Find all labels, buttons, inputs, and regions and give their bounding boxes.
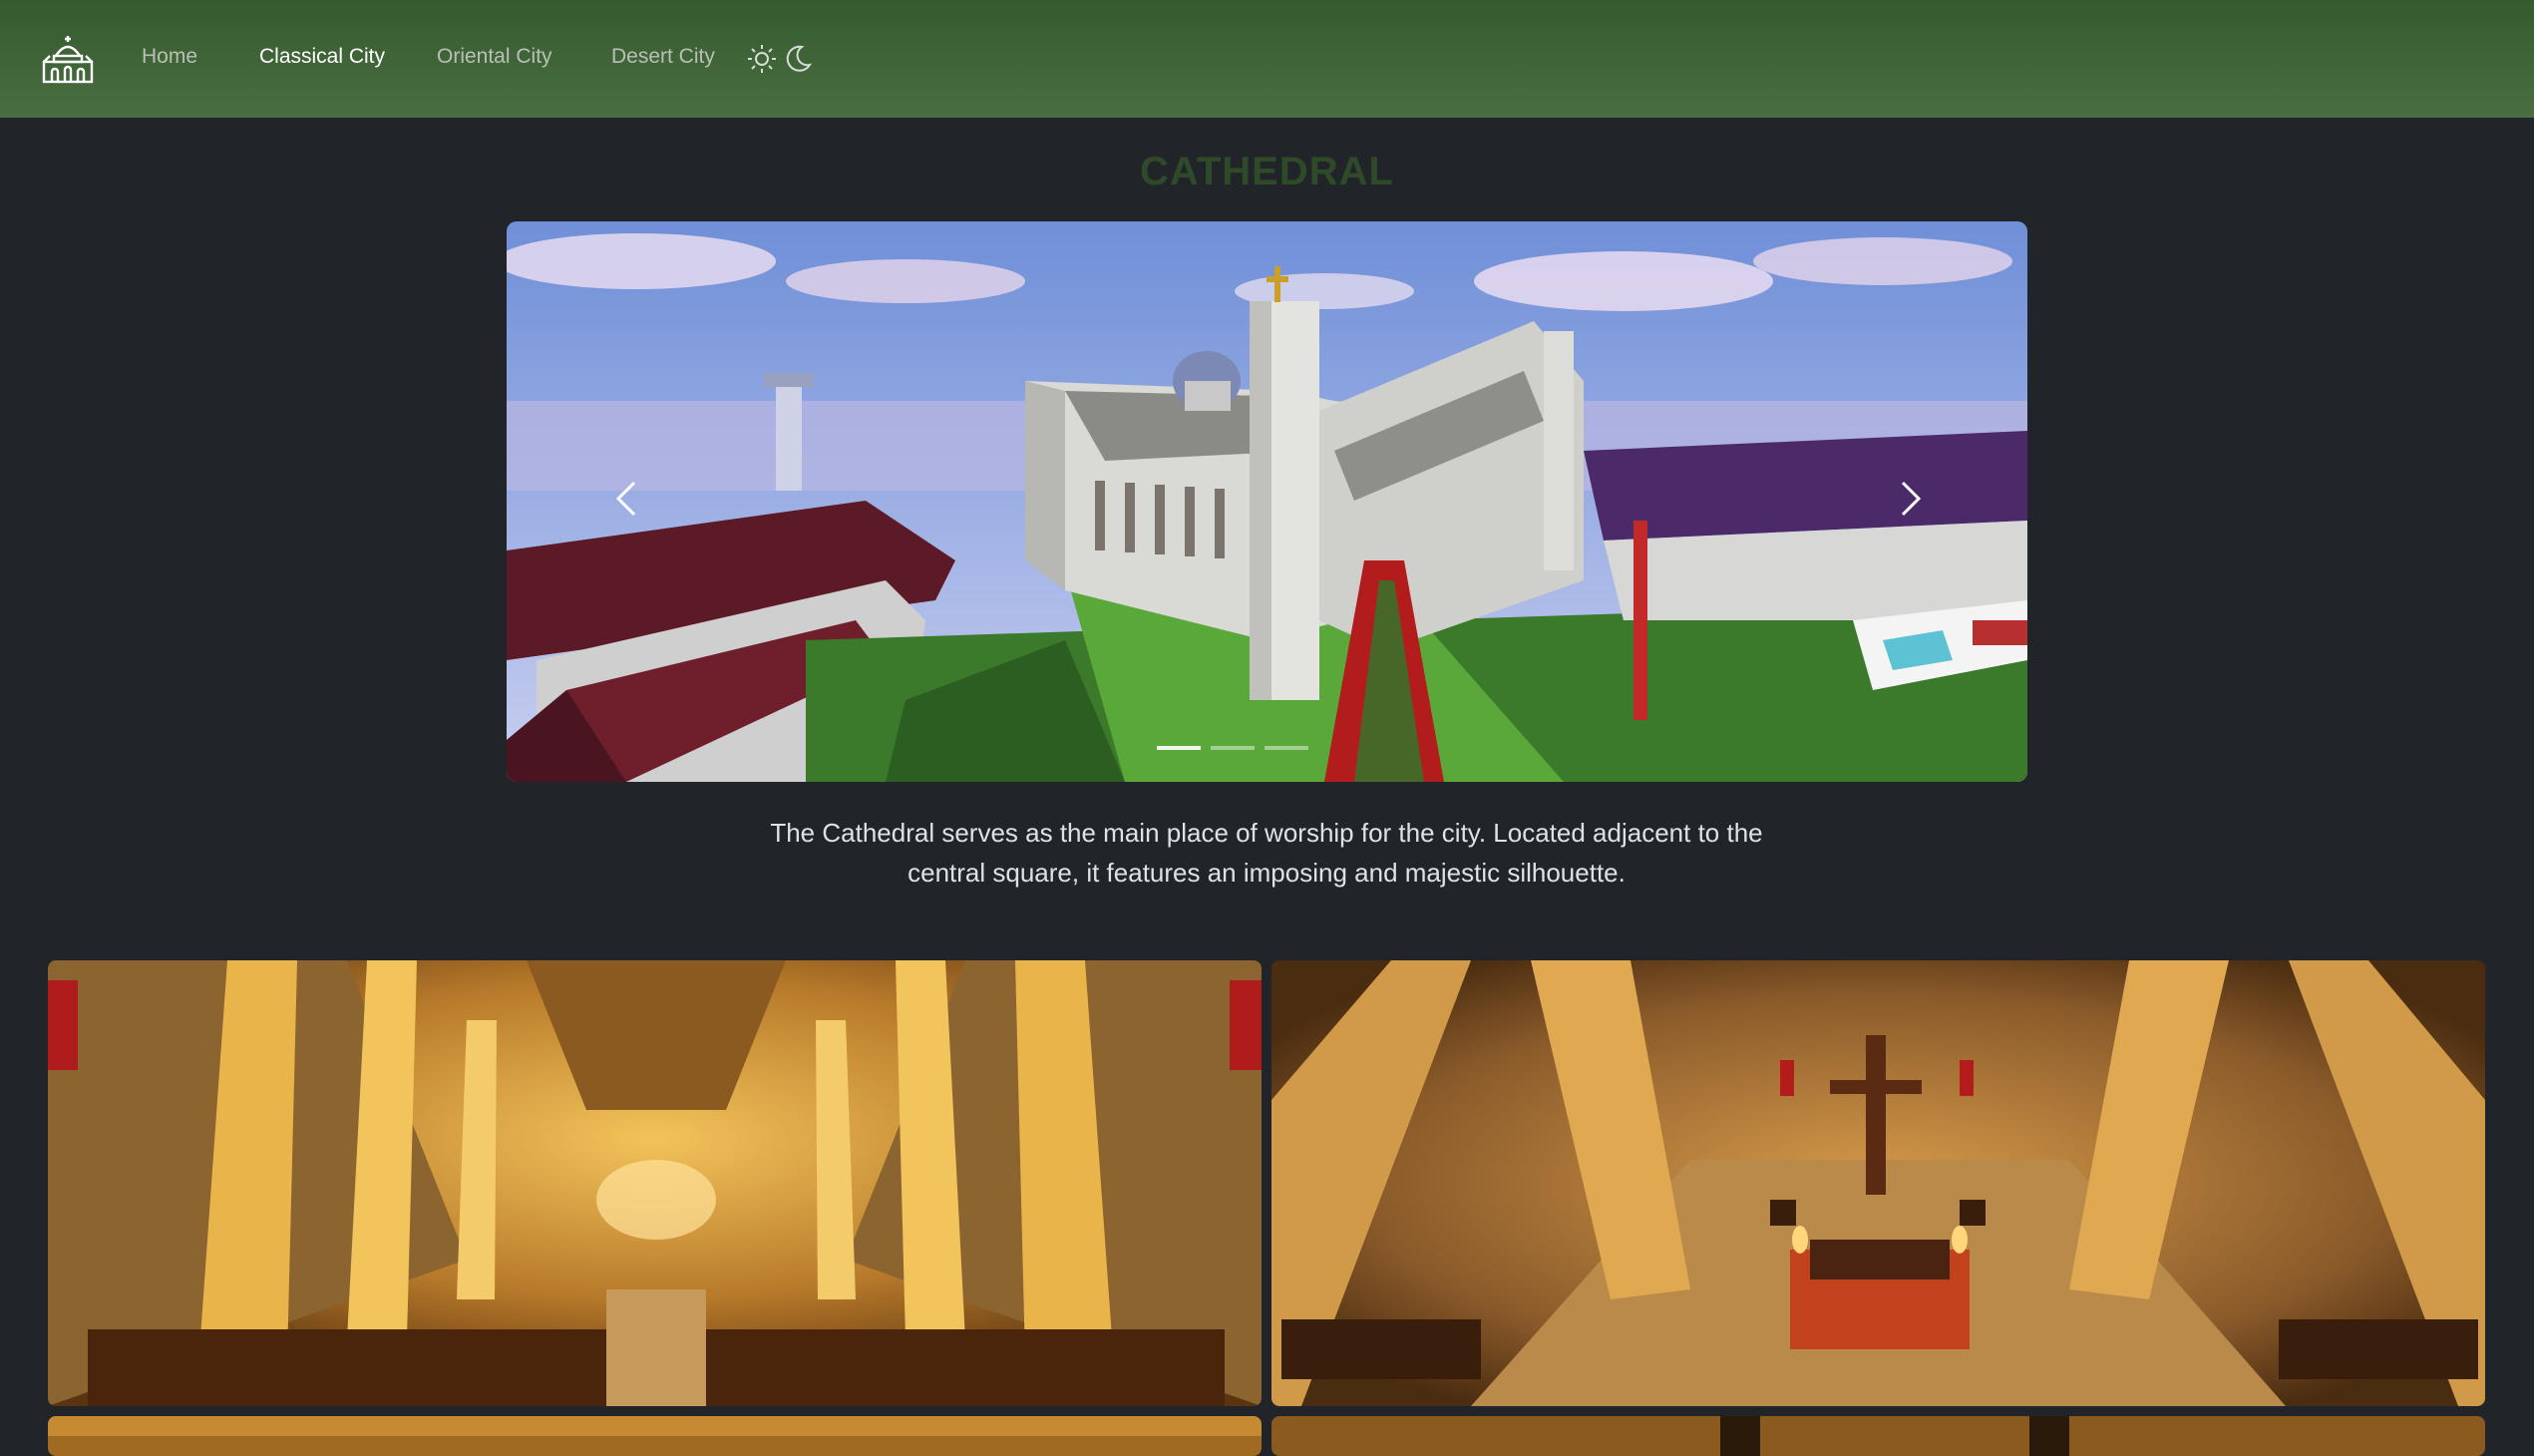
image-carousel[interactable]: [507, 221, 2027, 782]
page-title: CATHEDRAL: [1140, 150, 1394, 193]
cathedral-nave-interior-image: [48, 960, 1262, 1406]
gallery-image-nave[interactable]: [48, 960, 1262, 1406]
nav-link-classical-city[interactable]: Classical City: [259, 45, 385, 69]
navbar: Home Classical City Oriental City Desert…: [0, 0, 2534, 118]
description-text: The Cathedral serves as the main place o…: [770, 818, 1763, 888]
gallery-image-4-picture: [1271, 1416, 2485, 1456]
chevron-left-icon[interactable]: [598, 469, 658, 529]
carousel-indicator-2[interactable]: [1211, 746, 1255, 750]
carousel-indicators: [1157, 746, 1308, 750]
cathedral-logo-icon[interactable]: [40, 32, 96, 84]
chevron-right-icon[interactable]: [1879, 469, 1939, 529]
gallery-image-3[interactable]: [48, 1416, 1262, 1456]
carousel-indicator-3[interactable]: [1265, 746, 1308, 750]
cathedral-altar-interior-image: [1271, 960, 2485, 1406]
moon-icon[interactable]: [782, 43, 814, 75]
gallery-image-4[interactable]: [1271, 1416, 2485, 1456]
carousel-indicator-1[interactable]: [1157, 746, 1201, 750]
gallery-image-3-picture: [48, 1416, 1262, 1456]
nav-link-desert-city[interactable]: Desert City: [611, 45, 715, 69]
nav-link-home[interactable]: Home: [142, 45, 197, 69]
sun-icon[interactable]: [746, 43, 778, 75]
nav-link-oriental-city[interactable]: Oriental City: [437, 45, 552, 69]
gallery-image-altar[interactable]: [1271, 960, 2485, 1406]
cathedral-exterior-image: [507, 221, 2027, 782]
